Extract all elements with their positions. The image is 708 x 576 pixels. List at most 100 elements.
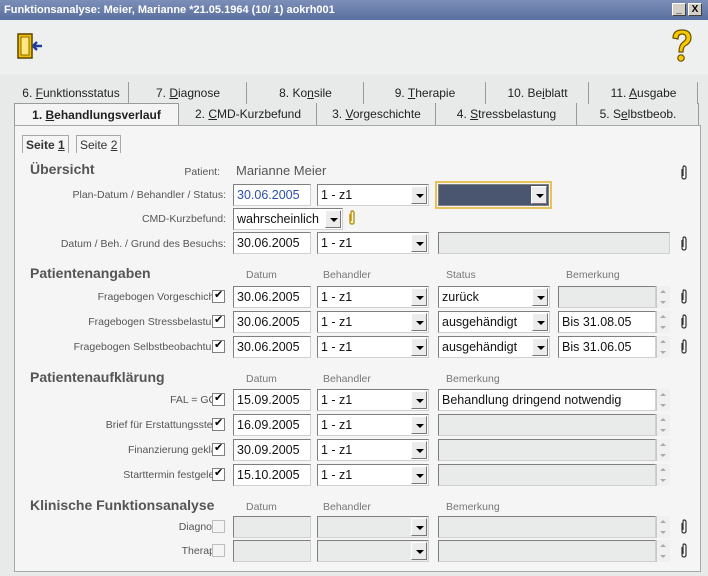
row-checkbox[interactable] bbox=[212, 416, 225, 431]
bemerkung-field[interactable] bbox=[438, 464, 656, 486]
plan-label: Plan-Datum / Behandler / Status: bbox=[72, 189, 227, 201]
col-bemerkung: Bemerkung bbox=[446, 373, 500, 385]
visit-reason-field[interactable] bbox=[438, 232, 670, 254]
tab-row1-1[interactable]: 7. Diagnose bbox=[130, 82, 247, 104]
paperclip-icon[interactable] bbox=[680, 314, 688, 330]
dropdown-arrow-icon[interactable] bbox=[411, 186, 427, 204]
dropdown-arrow-icon[interactable] bbox=[411, 416, 427, 434]
col-behandler: Behandler bbox=[323, 373, 371, 385]
spinner-control[interactable] bbox=[656, 439, 670, 461]
date-field[interactable] bbox=[233, 516, 311, 538]
row-checkbox[interactable] bbox=[212, 391, 225, 406]
paperclip-icon[interactable] bbox=[680, 236, 688, 252]
dropdown-arrow-icon[interactable] bbox=[411, 234, 427, 252]
tab-label-post: sile bbox=[313, 86, 332, 100]
help-icon[interactable] bbox=[668, 28, 696, 64]
tab-row1-4[interactable]: 10. Beiblatt bbox=[487, 82, 589, 104]
dropdown-arrow-icon[interactable] bbox=[325, 210, 341, 228]
dropdown-arrow-icon[interactable] bbox=[532, 288, 548, 306]
tab-label-post: herapie bbox=[415, 86, 456, 100]
row-label: Fragebogen Stressbelastung: bbox=[88, 316, 226, 328]
tab-row2-0[interactable]: 1. Behandlungsverlauf bbox=[14, 103, 179, 125]
row-label: Therapie: bbox=[181, 545, 226, 557]
spinner-control[interactable] bbox=[656, 540, 670, 562]
date-field[interactable]: 16.09.2005 bbox=[233, 414, 311, 436]
paperclip-icon[interactable] bbox=[348, 210, 356, 226]
dropdown-arrow-icon[interactable] bbox=[411, 466, 427, 484]
patient-name: Marianne Meier bbox=[236, 163, 327, 178]
bemerkung-field[interactable] bbox=[438, 439, 656, 461]
spinner-control[interactable] bbox=[656, 311, 670, 333]
tab-row1-5[interactable]: 11. Ausgabe bbox=[590, 82, 698, 104]
dropdown-arrow-icon[interactable] bbox=[532, 338, 548, 356]
spinner-control[interactable] bbox=[656, 516, 670, 538]
date-field[interactable]: 30.06.2005 bbox=[233, 286, 311, 308]
row-checkbox[interactable] bbox=[212, 288, 225, 303]
subtab-seite-2[interactable]: Seite 2 bbox=[76, 135, 122, 153]
date-field[interactable] bbox=[233, 540, 311, 562]
paperclip-icon[interactable] bbox=[680, 165, 688, 181]
dropdown-arrow-icon[interactable] bbox=[411, 313, 427, 331]
tab-row1-2[interactable]: 8. Konsile bbox=[248, 82, 364, 104]
bemerkung-field[interactable]: Bis 31.08.05 bbox=[558, 311, 656, 333]
tab-row2-3[interactable]: 4. Stressbelastung bbox=[437, 103, 577, 125]
section-patientenangaben: Patientenangaben bbox=[30, 265, 151, 281]
spinner-control[interactable] bbox=[656, 389, 670, 411]
bemerkung-field[interactable] bbox=[438, 540, 656, 562]
row-checkbox[interactable] bbox=[212, 520, 225, 533]
tab-label-pre: 5. S bbox=[599, 107, 621, 121]
exit-icon[interactable] bbox=[16, 32, 44, 60]
dropdown-arrow-icon[interactable] bbox=[411, 391, 427, 409]
bemerkung-field[interactable] bbox=[558, 286, 656, 308]
spinner-control[interactable] bbox=[656, 286, 670, 308]
dropdown-arrow-icon[interactable] bbox=[411, 338, 427, 356]
bemerkung-field[interactable]: Bis 31.06.05 bbox=[558, 336, 656, 358]
tab-label-post: tressbelastung bbox=[478, 107, 557, 121]
date-field[interactable]: 30.06.2005 bbox=[233, 336, 311, 358]
section-klinische-funktionsanalyse: Klinische Funktionsanalyse bbox=[30, 497, 215, 513]
date-field[interactable]: 15.09.2005 bbox=[233, 389, 311, 411]
dropdown-arrow-icon[interactable] bbox=[532, 313, 548, 331]
row-label: Diagnose: bbox=[178, 521, 226, 533]
date-field[interactable]: 30.06.2005 bbox=[233, 311, 311, 333]
col-bemerkung: Bemerkung bbox=[446, 501, 500, 513]
tab-label-mnemonic: V bbox=[345, 107, 353, 121]
col-datum: Datum bbox=[246, 501, 277, 513]
bemerkung-field[interactable] bbox=[438, 414, 656, 436]
dropdown-arrow-icon[interactable] bbox=[411, 441, 427, 459]
close-button[interactable]: X bbox=[688, 3, 702, 16]
paperclip-icon[interactable] bbox=[680, 289, 688, 305]
dropdown-arrow-icon[interactable] bbox=[411, 542, 427, 560]
dropdown-arrow-icon[interactable] bbox=[531, 186, 547, 204]
tab-row1-3[interactable]: 9. Therapie bbox=[365, 82, 486, 104]
tab-label-post: iagnose bbox=[177, 86, 221, 100]
bemerkung-field[interactable] bbox=[438, 516, 656, 538]
plan-date-field[interactable]: 30.06.2005 bbox=[233, 184, 311, 206]
row-checkbox[interactable] bbox=[212, 466, 225, 481]
dropdown-arrow-icon[interactable] bbox=[411, 288, 427, 306]
tab-label-pre: 3. bbox=[332, 107, 346, 121]
minimize-button[interactable]: _ bbox=[672, 3, 686, 16]
visit-date-field[interactable]: 30.06.2005 bbox=[233, 232, 311, 254]
spinner-control[interactable] bbox=[656, 464, 670, 486]
paperclip-icon[interactable] bbox=[680, 519, 688, 535]
tab-row2-1[interactable]: 2. CMD-Kurzbefund bbox=[180, 103, 317, 125]
date-field[interactable]: 30.09.2005 bbox=[233, 439, 311, 461]
tab-label-post: ehandlungsverlauf bbox=[54, 108, 161, 122]
tab-row2-2[interactable]: 3. Vorgeschichte bbox=[318, 103, 436, 125]
bemerkung-field[interactable]: Behandlung dringend notwendig bbox=[438, 389, 656, 411]
row-checkbox[interactable] bbox=[212, 441, 225, 456]
tab-row1-0[interactable]: 6. Funktionsstatus bbox=[14, 82, 129, 104]
row-checkbox[interactable] bbox=[212, 338, 225, 353]
spinner-control[interactable] bbox=[656, 336, 670, 358]
tab-row2-4[interactable]: 5. Selbstbeob. bbox=[578, 103, 699, 125]
dropdown-arrow-icon[interactable] bbox=[411, 518, 427, 536]
subtab-seite-1[interactable]: Seite 1 bbox=[22, 135, 69, 153]
paperclip-icon[interactable] bbox=[680, 543, 688, 559]
row-checkbox[interactable] bbox=[212, 313, 225, 328]
paperclip-icon[interactable] bbox=[680, 339, 688, 355]
row-checkbox[interactable] bbox=[212, 544, 225, 557]
date-field[interactable]: 15.10.2005 bbox=[233, 464, 311, 486]
spinner-control[interactable] bbox=[656, 414, 670, 436]
tab-label-pre: 8. Ko bbox=[279, 86, 308, 100]
